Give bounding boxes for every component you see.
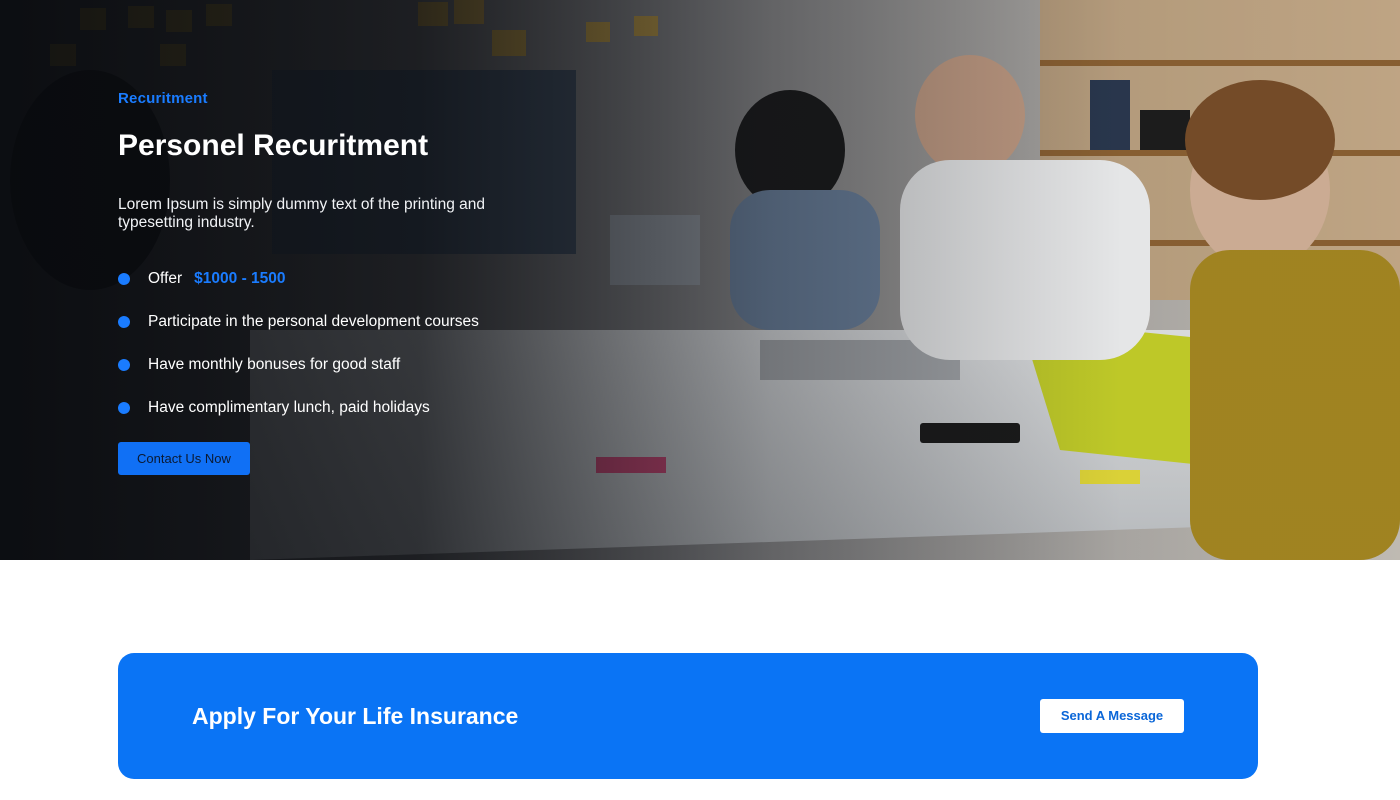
bullet-dot-icon bbox=[118, 402, 130, 414]
benefit-item-offer: Offer $1000 - 1500 bbox=[118, 268, 638, 290]
bullet-dot-icon bbox=[118, 359, 130, 371]
section-eyebrow: Recuritment bbox=[118, 90, 208, 107]
send-message-button[interactable]: Send A Message bbox=[1040, 699, 1184, 733]
benefit-item: Participate in the personal development … bbox=[118, 311, 638, 333]
offer-label: Offer bbox=[148, 270, 183, 287]
insurance-cta-banner: Apply For Your Life Insurance Send A Mes… bbox=[118, 653, 1258, 779]
offer-salary-value: $1000 - 1500 bbox=[194, 270, 286, 287]
cta-title: Apply For Your Life Insurance bbox=[192, 703, 519, 729]
benefit-item: Have monthly bonuses for good staff bbox=[118, 354, 638, 376]
benefit-item: Have complimentary lunch, paid holidays bbox=[118, 397, 638, 419]
page-title: Personel Recuritment bbox=[118, 129, 429, 162]
benefit-list: Offer $1000 - 1500 Participate in the pe… bbox=[118, 268, 638, 419]
contact-us-button[interactable]: Contact Us Now bbox=[118, 442, 250, 475]
hero-content: Recuritment Personel Recuritment Lorem I… bbox=[118, 88, 638, 475]
hero-description: Lorem Ipsum is simply dummy text of the … bbox=[118, 196, 485, 231]
benefit-text: Have monthly bonuses for good staff bbox=[148, 356, 401, 373]
hero-section: Recuritment Personel Recuritment Lorem I… bbox=[0, 0, 1400, 560]
bullet-dot-icon bbox=[118, 316, 130, 328]
benefit-text: Participate in the personal development … bbox=[148, 313, 479, 330]
benefit-text: Have complimentary lunch, paid holidays bbox=[148, 399, 430, 416]
bullet-dot-icon bbox=[118, 273, 130, 285]
